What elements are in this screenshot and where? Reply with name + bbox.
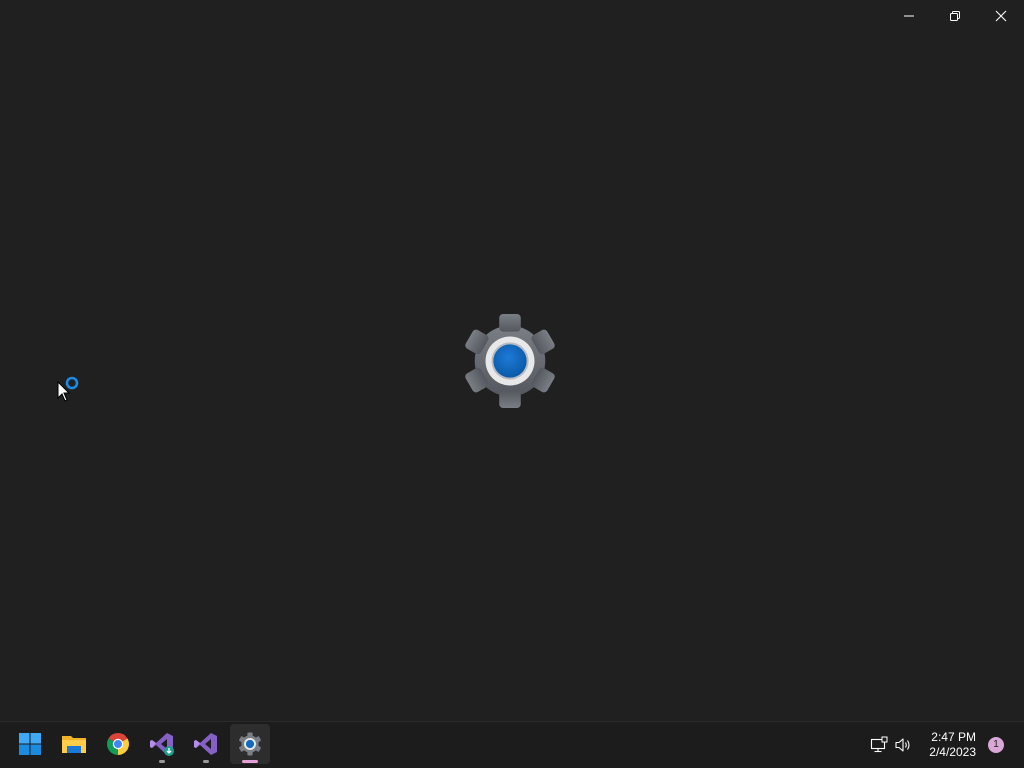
visual-studio-installer-icon [150,733,174,756]
busy-cursor-icon [57,376,79,402]
clock-date: 2/4/2023 [929,745,976,759]
restore-button[interactable] [932,0,978,32]
settings-app-window [0,0,1024,721]
volume-icon [895,738,910,752]
taskbar-settings[interactable] [230,724,270,764]
taskbar-apps [10,724,274,764]
windows-start-icon [19,733,41,755]
clock-time: 2:47 PM [931,730,976,744]
network-button[interactable] [867,733,891,757]
window-caption-buttons [886,0,1024,32]
minimize-icon [904,15,914,17]
restore-icon [950,11,960,21]
focused-indicator [242,760,258,763]
visual-studio-icon [194,733,217,755]
clock[interactable]: 2:47 PM 2/4/2023 [929,730,976,760]
taskbar-file-explorer[interactable] [54,724,94,764]
taskbar-visual-studio-installer[interactable] [142,724,182,764]
volume-button[interactable] [891,733,915,757]
settings-icon [239,732,261,756]
start-button[interactable] [10,724,50,764]
notification-badge[interactable]: 1 [988,737,1004,753]
taskbar: 2:47 PM 2/4/2023 1 [0,721,1024,768]
running-indicator [203,760,209,763]
close-icon [995,10,1007,22]
close-button[interactable] [978,0,1024,32]
taskbar-visual-studio[interactable] [186,724,226,764]
minimize-button[interactable] [886,0,932,32]
chrome-icon [107,733,129,755]
system-tray: 2:47 PM 2/4/2023 1 [867,722,1024,768]
running-indicator [159,760,165,763]
taskbar-chrome[interactable] [98,724,138,764]
network-icon [871,736,888,753]
folder-icon [62,736,86,753]
settings-gear-icon [465,313,555,409]
